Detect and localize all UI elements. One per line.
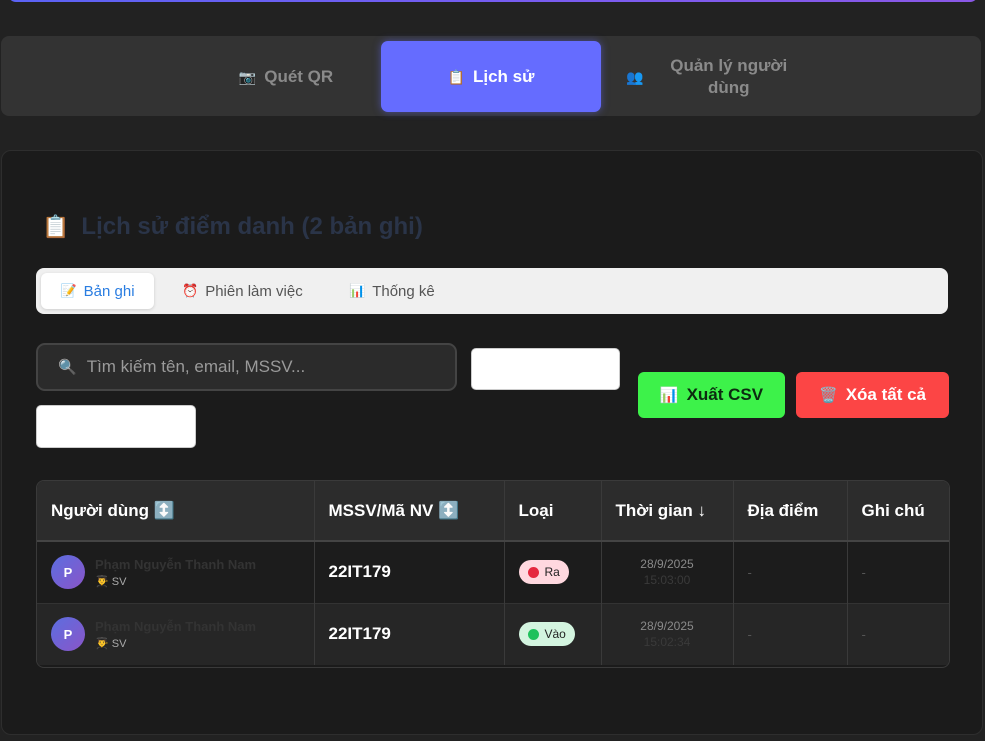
status-badge-label: Vào xyxy=(544,627,566,642)
search-box: 🔍 xyxy=(36,343,457,391)
type-cell: Ra xyxy=(504,541,602,603)
record-time: 15:03:00 xyxy=(643,573,691,588)
camera-icon: 📷 xyxy=(238,68,257,85)
export-csv-button[interactable]: 📊 Xuất CSV xyxy=(638,372,785,418)
search-icon: 🔍 xyxy=(58,359,77,376)
user-info: P Phạm Nguyễn Thanh Nam 👨‍🎓 SV xyxy=(51,617,314,652)
subtab-sessions-label: Phiên làm việc xyxy=(205,282,303,300)
clipboard-icon: 📋 xyxy=(447,68,465,85)
location-cell: - xyxy=(733,541,848,603)
main-nav: 📷 Quét QR 📋 Lịch sử 👥 Quản lý người dùng xyxy=(1,36,981,116)
users-icon: 👥 xyxy=(626,68,644,85)
column-header-user[interactable]: Người dùng ↕️ xyxy=(37,481,315,542)
student-icon: 👨‍🎓 xyxy=(95,575,109,588)
record-time: 15:02:34 xyxy=(643,635,691,650)
page-title: 📋 Lịch sử điểm danh (2 bản ghi) xyxy=(42,213,423,241)
status-badge-label: Ra xyxy=(544,565,560,580)
history-panel: 📋 Lịch sử điểm danh (2 bản ghi) 📝 Bản gh… xyxy=(1,150,983,735)
search-input[interactable] xyxy=(84,356,449,378)
user-name: Phạm Nguyễn Thanh Nam xyxy=(95,556,257,572)
note-cell: - xyxy=(861,626,866,642)
user-cell: P Phạm Nguyễn Thanh Nam 👨‍🎓 SV xyxy=(37,541,315,603)
subtab-statistics[interactable]: 📊 Thống kê xyxy=(345,273,439,309)
note-cell: - xyxy=(861,564,866,580)
memo-icon: 📝 xyxy=(60,283,77,298)
trash-icon: 🗑️ xyxy=(819,387,838,404)
tab-scan-qr-label: Quét QR xyxy=(264,66,334,86)
page-title-text: Lịch sử điểm danh (2 bản ghi) xyxy=(81,213,423,240)
user-role: 👨‍🎓 SV xyxy=(95,575,256,588)
mssv-cell: 22IT179 xyxy=(314,603,505,665)
record-date: 28/9/2025 xyxy=(640,619,694,634)
table-header-row: Người dùng ↕️ MSSV/Mã NV ↕️ Loại Thời gi… xyxy=(37,481,949,542)
green-dot-icon xyxy=(527,628,539,640)
tab-history-label: Lịch sử xyxy=(473,66,535,86)
subtab-records-label: Bản ghi xyxy=(83,282,135,300)
clear-all-button[interactable]: 🗑️ Xóa tất cả xyxy=(796,372,949,418)
tab-history[interactable]: 📋 Lịch sử xyxy=(381,41,601,112)
user-text: Phạm Nguyễn Thanh Nam 👨‍🎓 SV xyxy=(95,619,256,650)
date-to-input[interactable] xyxy=(36,405,196,448)
export-csv-label: Xuất CSV xyxy=(686,385,764,404)
user-name: Phạm Nguyễn Thanh Nam xyxy=(95,618,257,634)
tab-user-management[interactable]: 👥 Quản lý người dùng xyxy=(626,41,806,112)
avatar: P xyxy=(51,617,85,652)
avatar: P xyxy=(51,555,85,590)
type-cell: Vào xyxy=(504,603,602,665)
column-header-note: Ghi chú xyxy=(847,481,949,542)
table-row: P Phạm Nguyễn Thanh Nam 👨‍🎓 SV 22IT179 xyxy=(37,541,949,603)
location-cell: - xyxy=(733,603,848,665)
user-cell: P Phạm Nguyễn Thanh Nam 👨‍🎓 SV xyxy=(37,603,315,665)
bar-chart-icon: 📊 xyxy=(659,387,679,404)
record-date: 28/9/2025 xyxy=(640,557,694,572)
status-badge: Vào xyxy=(518,622,575,647)
history-table: Người dùng ↕️ MSSV/Mã NV ↕️ Loại Thời gi… xyxy=(36,480,950,668)
table-row: P Phạm Nguyễn Thanh Nam 👨‍🎓 SV 22IT179 xyxy=(37,603,949,665)
column-header-location: Địa điểm xyxy=(733,481,848,542)
clear-all-label: Xóa tất cả xyxy=(845,385,926,404)
tab-scan-qr[interactable]: 📷 Quét QR xyxy=(191,41,381,112)
time-cell: 28/9/2025 15:02:34 xyxy=(601,603,734,665)
time-cell: 28/9/2025 15:03:00 xyxy=(601,541,734,603)
column-header-time[interactable]: Thời gian ↓ xyxy=(601,481,734,542)
subtab-sessions[interactable]: ⏰ Phiên làm việc xyxy=(178,273,307,309)
mssv-cell: 22IT179 xyxy=(314,541,505,603)
subtab-bar: 📝 Bản ghi ⏰ Phiên làm việc 📊 Thống kê xyxy=(36,268,948,314)
tab-user-management-label: Quản lý người dùng xyxy=(670,55,788,97)
status-badge: Ra xyxy=(518,560,569,585)
bar-chart-icon: 📊 xyxy=(349,283,366,298)
top-accent-bar xyxy=(8,0,978,2)
column-header-mssv[interactable]: MSSV/Mã NV ↕️ xyxy=(314,481,505,542)
column-header-type: Loại xyxy=(504,481,602,542)
red-dot-icon xyxy=(527,566,539,578)
user-info: P Phạm Nguyễn Thanh Nam 👨‍🎓 SV xyxy=(51,555,314,590)
user-role: 👨‍🎓 SV xyxy=(95,637,256,650)
date-from-input[interactable] xyxy=(471,348,620,390)
user-role-label: SV xyxy=(111,575,127,588)
subtab-statistics-label: Thống kê xyxy=(372,282,435,300)
student-icon: 👨‍🎓 xyxy=(95,637,109,650)
alarm-clock-icon: ⏰ xyxy=(182,283,199,298)
clipboard-icon: 📋 xyxy=(42,214,70,239)
user-text: Phạm Nguyễn Thanh Nam 👨‍🎓 SV xyxy=(95,557,256,588)
subtab-records[interactable]: 📝 Bản ghi xyxy=(41,273,154,309)
user-role-label: SV xyxy=(111,637,127,650)
